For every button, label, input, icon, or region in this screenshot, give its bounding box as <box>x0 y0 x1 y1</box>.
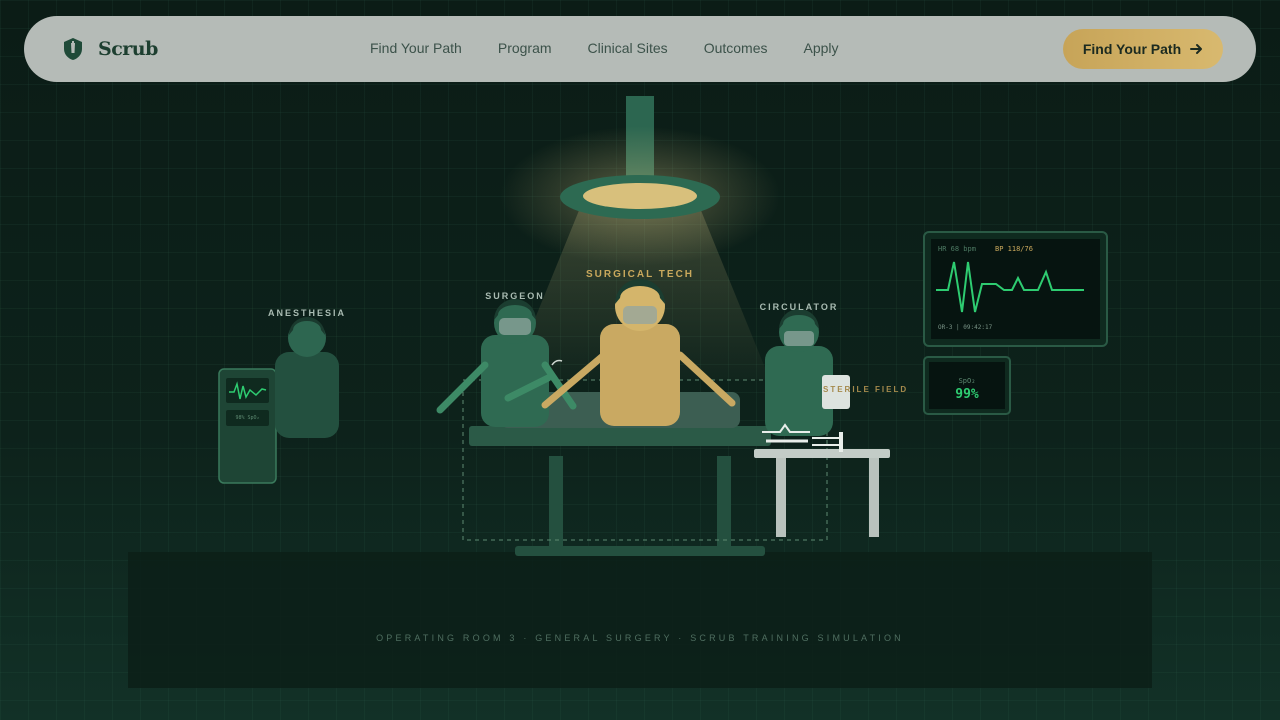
role-label-circulator: CIRCULATOR <box>759 302 839 312</box>
operating-room-scene <box>128 96 1152 688</box>
nav-link-apply[interactable]: Apply <box>804 40 839 56</box>
find-your-path-button[interactable]: Find Your Path <box>1063 29 1223 69</box>
role-label-surgeon: SURGEON <box>485 291 545 301</box>
spo2-label: SpO₂ <box>958 377 976 385</box>
nav-link-clinical-sites[interactable]: Clinical Sites <box>588 40 668 56</box>
role-label-anesthesia: ANESTHESIA <box>267 308 346 318</box>
navbar: Scrub Find Your Path Program Clinical Si… <box>24 16 1256 82</box>
instrument-tray <box>754 449 890 458</box>
spo2-value: 99% <box>955 387 979 402</box>
nav-link-outcomes[interactable]: Outcomes <box>704 40 768 56</box>
anesthesia-cart-readout: 98% SpO₂ <box>235 415 260 421</box>
sterile-field-label: STERILE FIELD <box>823 385 909 394</box>
table-base <box>515 546 765 556</box>
monitor-bp: BP 118/76 <box>995 245 1033 253</box>
brand-name: Scrub <box>98 38 158 60</box>
floor-panel <box>128 552 1152 688</box>
shield-scalpel-icon <box>64 38 82 60</box>
table-leg-left <box>549 456 563 548</box>
monitor-hr: HR 68 bpm <box>938 245 976 253</box>
cta-label: Find Your Path <box>1082 41 1182 57</box>
nav-links: Find Your Path Program Clinical Sites Ou… <box>370 40 839 56</box>
anesthesia-body <box>275 352 339 438</box>
role-label-surgical-tech: SURGICAL TECH <box>585 269 695 280</box>
nav-link-program[interactable]: Program <box>498 40 552 56</box>
nav-link-find-your-path[interactable]: Find Your Path <box>370 40 462 56</box>
monitor-footer: OR-3 | 09:42:17 <box>938 324 993 331</box>
table-leg-right <box>717 456 731 548</box>
surgical-tech-body <box>600 324 680 426</box>
brand-logo[interactable]: Scrub <box>62 36 158 62</box>
scene-caption: OPERATING ROOM 3 · GENERAL SURGERY · SCR… <box>376 633 904 643</box>
arrow-right-icon <box>1190 44 1203 54</box>
surgical-light-lens <box>583 183 697 209</box>
operating-table <box>469 426 771 446</box>
